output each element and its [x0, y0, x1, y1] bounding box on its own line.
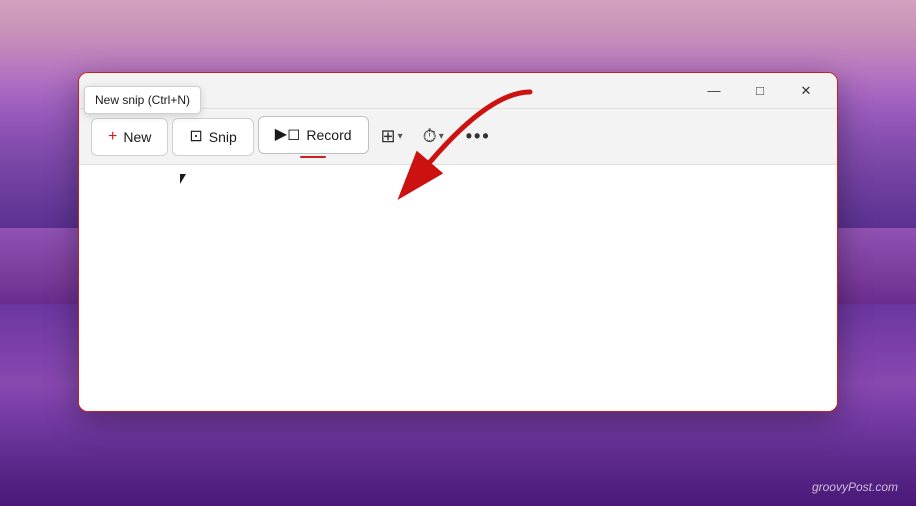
record-button[interactable]: ▶◻ Record [258, 116, 369, 154]
more-options-icon: ••• [466, 126, 491, 147]
screen-select-icon: ⊞ [381, 126, 396, 147]
screen-select-button[interactable]: ⊞ ▾ [373, 118, 411, 156]
minimize-button[interactable]: — [691, 73, 737, 109]
more-options-button[interactable]: ••• [456, 118, 501, 156]
tooltip: New snip (Ctrl+N) [84, 86, 201, 114]
snip-label: Snip [209, 129, 237, 145]
record-label: Record [306, 127, 351, 143]
new-button[interactable]: + New [91, 118, 168, 156]
history-button[interactable]: ⏱ ▾ [415, 118, 452, 156]
video-icon: ▶◻ [275, 127, 301, 143]
camera-icon: ⊡ [189, 129, 202, 145]
maximize-button[interactable]: □ [737, 73, 783, 109]
watermark: groovyPost.com [812, 480, 898, 494]
snipping-tool-window: Snipping Tool — □ ✕ + New ⊡ Snip ▶◻ Reco… [78, 72, 838, 412]
record-active-indicator [300, 156, 326, 158]
record-button-wrap: ▶◻ Record [258, 116, 369, 158]
screen-select-chevron: ▾ [398, 131, 403, 142]
history-chevron: ▾ [439, 131, 444, 142]
window-controls: — □ ✕ [691, 73, 829, 109]
close-button[interactable]: ✕ [783, 73, 829, 109]
snip-button[interactable]: ⊡ Snip [172, 118, 253, 156]
toolbar: + New ⊡ Snip ▶◻ Record ⊞ ▾ ⏱ ▾ ••• [79, 109, 837, 165]
history-icon: ⏱ [423, 126, 437, 147]
new-label: New [123, 129, 151, 145]
plus-icon: + [108, 129, 117, 145]
content-area [79, 165, 837, 411]
